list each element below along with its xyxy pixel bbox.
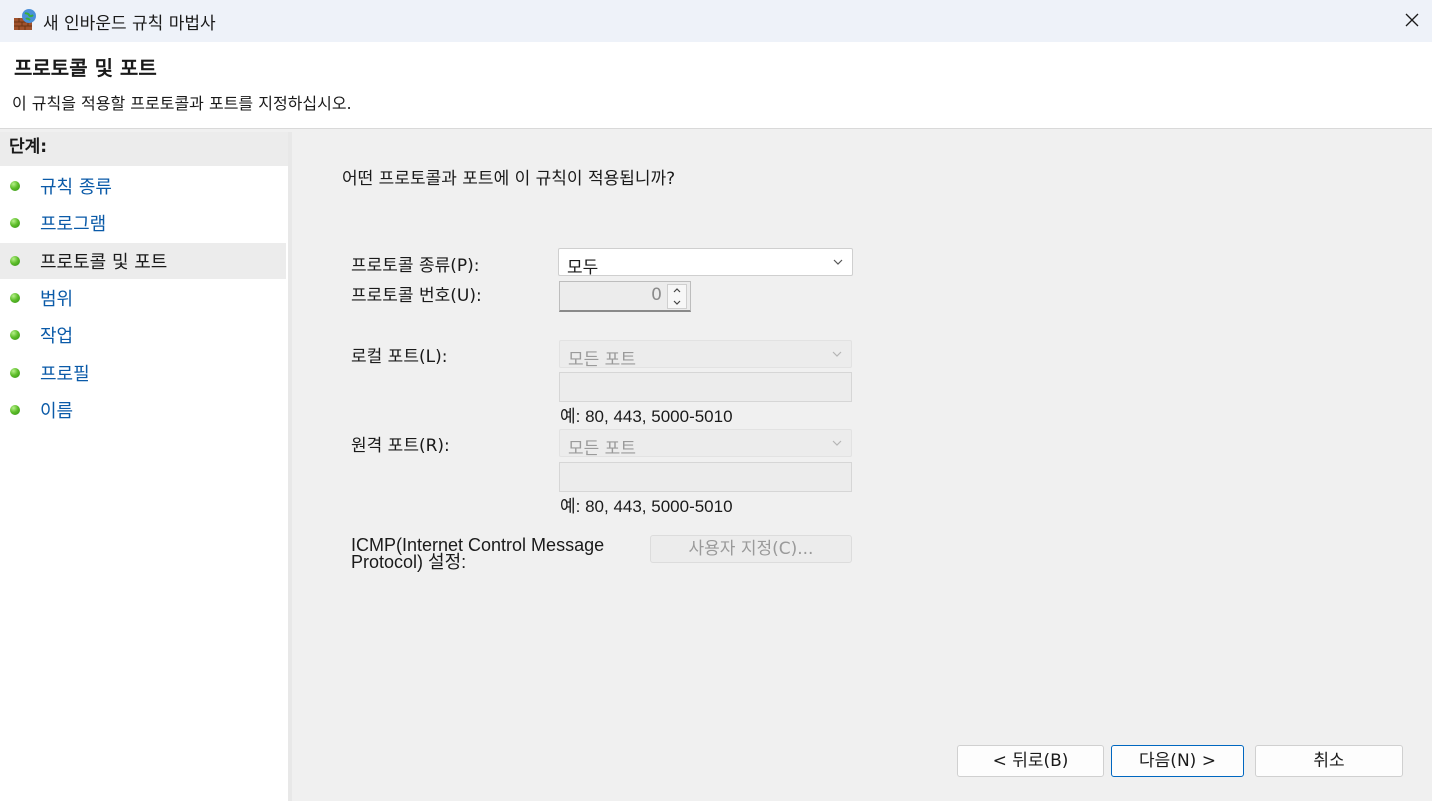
step-label: 프로그램 <box>40 214 107 235</box>
step-status-dot-icon <box>10 330 20 340</box>
remote-port-input[interactable] <box>559 462 852 492</box>
remote-port-select[interactable]: 모든 포트 <box>559 429 852 459</box>
spin-down-icon <box>673 300 681 305</box>
step-status-dot-icon <box>10 368 20 378</box>
spinner-arrows[interactable] <box>667 284 687 309</box>
icmp-label-line2: Protocol) 설정: <box>351 552 467 572</box>
step-label: 이름 <box>40 401 74 422</box>
remote-port-label: 원격 포트(R): <box>351 436 450 456</box>
steps-panel: 단계: 규칙 종류 프로그램 프로토콜 및 포트 범위 작업 프로필 이름 <box>0 132 288 801</box>
title-bar: 새 인바운드 규칙 마법사 <box>0 0 1432 42</box>
local-port-select[interactable]: 모든 포트 <box>559 340 852 370</box>
protocol-number-value: 0 <box>651 285 662 305</box>
chevron-down-icon <box>833 259 843 265</box>
step-program[interactable]: 프로그램 <box>0 205 286 241</box>
next-button[interactable]: 다음(N) > <box>1111 745 1244 777</box>
question-text: 어떤 프로토콜과 포트에 이 규칙이 적용됩니까? <box>342 169 676 189</box>
back-button[interactable]: < 뒤로(B) <box>957 745 1104 777</box>
local-port-input[interactable] <box>559 372 852 402</box>
icmp-customize-button[interactable]: 사용자 지정(C)... <box>650 535 852 563</box>
step-status-dot-icon <box>10 405 20 415</box>
remote-port-hint: 예: 80, 443, 5000-5010 <box>560 497 733 516</box>
close-button[interactable] <box>1392 0 1432 40</box>
protocol-type-label: 프로토콜 종류(P): <box>351 256 480 276</box>
step-profile[interactable]: 프로필 <box>0 355 286 391</box>
local-port-label: 로컬 포트(L): <box>351 347 448 367</box>
step-label: 프로필 <box>40 364 90 385</box>
close-icon <box>1405 13 1419 27</box>
step-rule-type[interactable]: 규칙 종류 <box>0 168 286 204</box>
step-name[interactable]: 이름 <box>0 392 286 428</box>
wizard-header: 프로토콜 및 포트 이 규칙을 적용할 프로토콜과 포트를 지정하십시오. <box>0 42 1432 129</box>
local-port-value: 모든 포트 <box>568 350 636 370</box>
page-title: 프로토콜 및 포트 <box>14 56 157 80</box>
cancel-button[interactable]: 취소 <box>1255 745 1403 777</box>
protocol-type-select[interactable]: 모두 <box>558 248 853 278</box>
local-port-hint: 예: 80, 443, 5000-5010 <box>560 407 733 426</box>
firewall-globe-icon <box>14 9 36 30</box>
spin-up-icon <box>673 288 681 293</box>
step-label: 작업 <box>40 326 74 347</box>
step-label: 규칙 종류 <box>40 177 112 198</box>
page-subtitle: 이 규칙을 적용할 프로토콜과 포트를 지정하십시오. <box>12 94 352 113</box>
chevron-down-icon <box>832 440 842 446</box>
main-panel <box>292 132 1432 801</box>
step-scope[interactable]: 범위 <box>0 280 286 316</box>
remote-port-value: 모든 포트 <box>568 439 636 459</box>
steps-heading: 단계: <box>0 132 288 166</box>
step-status-dot-icon <box>10 181 20 191</box>
step-action[interactable]: 작업 <box>0 317 286 353</box>
step-label: 프로토콜 및 포트 <box>40 252 168 273</box>
chevron-down-icon <box>832 351 842 357</box>
protocol-type-value: 모두 <box>567 258 599 278</box>
step-status-dot-icon <box>10 218 20 228</box>
icmp-label: ICMP(Internet Control Message Protocol) … <box>351 536 604 572</box>
step-status-dot-icon <box>10 293 20 303</box>
protocol-number-spinner[interactable]: 0 <box>559 281 691 312</box>
protocol-number-label: 프로토콜 번호(U): <box>351 286 482 306</box>
step-label: 범위 <box>40 289 74 310</box>
step-protocol-and-ports[interactable]: 프로토콜 및 포트 <box>0 243 286 279</box>
window-title: 새 인바운드 규칙 마법사 <box>43 14 216 34</box>
step-status-dot-icon <box>10 256 20 266</box>
